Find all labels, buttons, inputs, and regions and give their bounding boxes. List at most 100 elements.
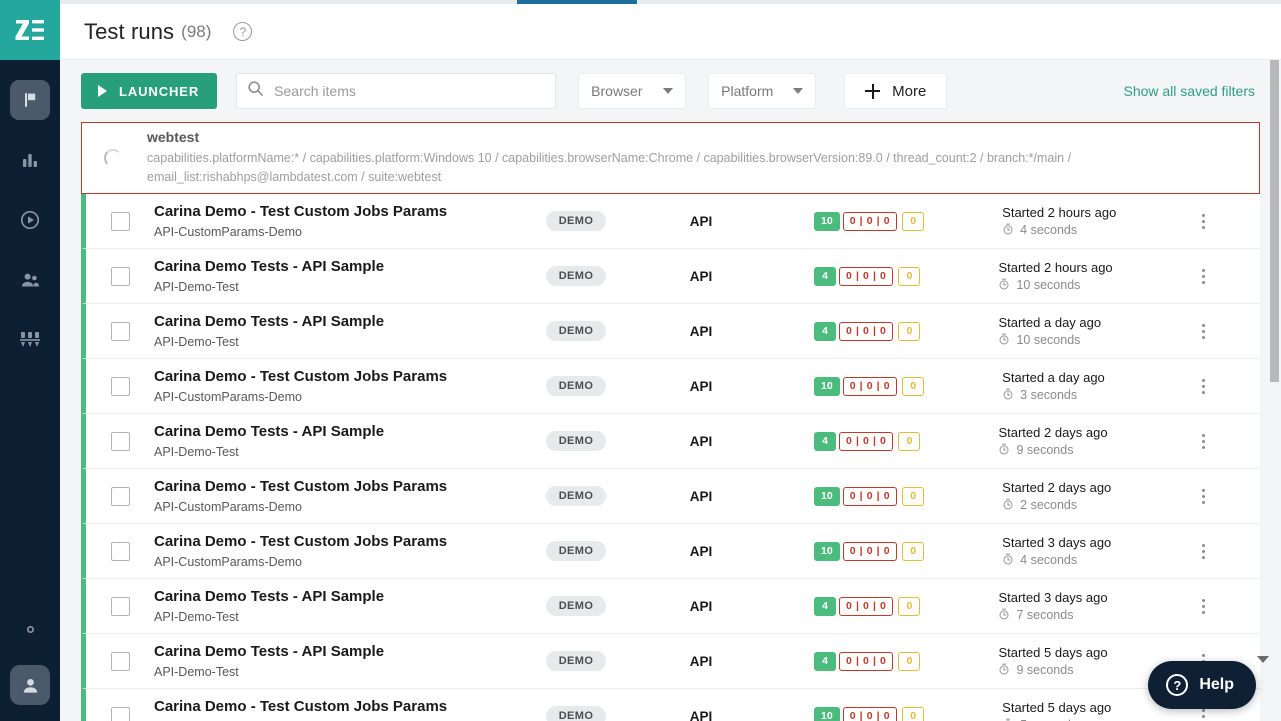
scrollbar-thumb[interactable] — [1270, 60, 1279, 382]
platform-filter-dropdown[interactable]: Platform — [708, 73, 817, 109]
help-circle-icon[interactable]: ? — [233, 22, 253, 41]
passed-badge: 10 — [814, 376, 840, 396]
run-name-block: Carina Demo - Test Custom Jobs Params AP… — [154, 478, 534, 514]
row-checkbox[interactable] — [111, 211, 130, 231]
run-title[interactable]: Carina Demo - Test Custom Jobs Params — [154, 203, 534, 222]
run-subtitle: API-CustomParams-Demo — [154, 389, 302, 404]
test-runs-list-inner: webtest capabilities.platformName:* / ca… — [60, 122, 1281, 721]
stopwatch-icon — [1002, 388, 1014, 403]
search-input[interactable] — [274, 83, 546, 99]
row-menu-button[interactable] — [1194, 487, 1212, 505]
search-icon — [247, 80, 264, 102]
launcher-button-label: LAUNCHER — [119, 83, 200, 99]
table-row[interactable]: Carina Demo - Test Custom Jobs Params AP… — [81, 524, 1260, 579]
more-filters-button[interactable]: More — [844, 73, 948, 109]
sidebar-item-users[interactable] — [0, 250, 60, 310]
run-title[interactable]: Carina Demo Tests - API Sample — [154, 643, 534, 662]
row-menu-button[interactable] — [1194, 707, 1212, 721]
sidebar-item-analytics[interactable] — [0, 130, 60, 190]
table-row[interactable]: Carina Demo Tests - API Sample API-Demo-… — [81, 304, 1260, 359]
skipped-badge: 0 — [902, 376, 925, 396]
status-badge: DEMO — [546, 321, 606, 341]
table-row[interactable]: Carina Demo - Test Custom Jobs Params AP… — [81, 194, 1260, 249]
run-title[interactable]: Carina Demo Tests - API Sample — [154, 258, 534, 277]
result-badges: 10 0 | 0 | 0 0 — [814, 706, 925, 721]
row-menu-button[interactable] — [1194, 267, 1212, 285]
table-row[interactable]: Carina Demo Tests - API Sample API-Demo-… — [81, 634, 1260, 689]
run-duration: 4 seconds — [1020, 553, 1078, 567]
passed-badge: 4 — [814, 266, 836, 286]
run-title[interactable]: Carina Demo Tests - API Sample — [154, 588, 534, 607]
help-widget-label: Help — [1199, 676, 1234, 693]
stopwatch-icon — [998, 443, 1010, 458]
sidebar-item-agents[interactable] — [0, 310, 60, 370]
run-title[interactable]: Carina Demo Tests - API Sample — [154, 313, 534, 332]
table-row[interactable]: Carina Demo - Test Custom Jobs Params AP… — [81, 469, 1260, 524]
row-checkbox[interactable] — [111, 266, 130, 286]
row-menu-button[interactable] — [1194, 432, 1212, 450]
row-checkbox[interactable] — [111, 706, 130, 721]
run-title[interactable]: Carina Demo - Test Custom Jobs Params — [154, 368, 534, 387]
run-duration-row: 5 seconds — [1002, 718, 1192, 721]
app-logo[interactable] — [0, 0, 60, 60]
row-menu-button[interactable] — [1194, 542, 1212, 560]
skipped-badge: 0 — [898, 321, 921, 341]
active-filter-card[interactable]: webtest capabilities.platformName:* / ca… — [81, 122, 1260, 194]
row-checkbox[interactable] — [111, 651, 130, 671]
run-title[interactable]: Carina Demo Tests - API Sample — [154, 423, 534, 442]
plus-icon — [865, 83, 881, 99]
skipped-badge: 0 — [902, 706, 925, 721]
sidebar-item-settings[interactable] — [0, 601, 60, 657]
run-started: Started 2 days ago — [1002, 479, 1112, 495]
run-duration: 3 seconds — [1020, 388, 1078, 402]
failed-badge: 0 | 0 | 0 — [839, 596, 894, 616]
passed-badge: 4 — [814, 651, 836, 671]
help-widget-button[interactable]: ? Help — [1148, 661, 1256, 709]
sidebar-item-launches[interactable] — [0, 190, 60, 250]
sidebar-item-account[interactable] — [0, 657, 60, 713]
help-collapse-caret-icon[interactable] — [1257, 656, 1269, 663]
table-row[interactable]: Carina Demo Tests - API Sample API-Demo-… — [81, 414, 1260, 469]
row-checkbox[interactable] — [111, 541, 130, 561]
run-time-block: Started 2 hours ago 4 seconds — [1002, 205, 1192, 238]
run-title[interactable]: Carina Demo - Test Custom Jobs Params — [154, 533, 534, 552]
run-type: API — [689, 378, 713, 394]
row-checkbox[interactable] — [111, 486, 130, 506]
run-started: Started a day ago — [1002, 369, 1105, 385]
page-header: Test runs (98) ? — [60, 4, 1281, 60]
run-started: Started 2 days ago — [998, 424, 1108, 440]
skipped-badge: 0 — [902, 541, 925, 561]
run-duration-row: 3 seconds — [1002, 388, 1192, 403]
skipped-badge: 0 — [902, 486, 925, 506]
failed-badge: 0 | 0 | 0 — [839, 651, 894, 671]
row-checkbox[interactable] — [111, 321, 130, 341]
failed-badge: 0 | 0 | 0 — [842, 486, 898, 506]
row-checkbox[interactable] — [111, 596, 130, 616]
status-badge: DEMO — [546, 486, 606, 506]
row-menu-button[interactable] — [1194, 377, 1212, 395]
result-badges: 10 0 | 0 | 0 0 — [814, 541, 925, 561]
vertical-scrollbar[interactable] — [1268, 60, 1281, 721]
table-row[interactable]: Carina Demo Tests - API Sample API-Demo-… — [81, 249, 1260, 304]
table-row[interactable]: Carina Demo - Test Custom Jobs Params AP… — [81, 359, 1260, 414]
row-checkbox[interactable] — [111, 431, 130, 451]
run-title[interactable]: Carina Demo - Test Custom Jobs Params — [154, 698, 534, 717]
browser-filter-dropdown[interactable]: Browser — [578, 73, 687, 109]
table-row[interactable]: Carina Demo Tests - API Sample API-Demo-… — [81, 579, 1260, 634]
table-row[interactable]: Carina Demo - Test Custom Jobs Params AP… — [81, 689, 1260, 721]
row-menu-button[interactable] — [1194, 212, 1212, 230]
show-saved-filters-link[interactable]: Show all saved filters — [1123, 83, 1255, 99]
run-time-block: Started a day ago 10 seconds — [998, 315, 1188, 348]
result-badges: 4 0 | 0 | 0 0 — [814, 321, 921, 341]
failed-badge: 0 | 0 | 0 — [842, 376, 898, 396]
search-box[interactable] — [236, 73, 557, 109]
passed-badge: 10 — [814, 706, 840, 721]
stopwatch-icon — [998, 608, 1010, 623]
play-triangle-icon — [95, 84, 109, 98]
run-title[interactable]: Carina Demo - Test Custom Jobs Params — [154, 478, 534, 497]
launcher-button[interactable]: LAUNCHER — [81, 73, 218, 109]
sidebar-item-test-runs[interactable] — [0, 70, 60, 130]
row-menu-button[interactable] — [1194, 322, 1212, 340]
row-checkbox[interactable] — [111, 376, 130, 396]
row-menu-button[interactable] — [1194, 597, 1212, 615]
